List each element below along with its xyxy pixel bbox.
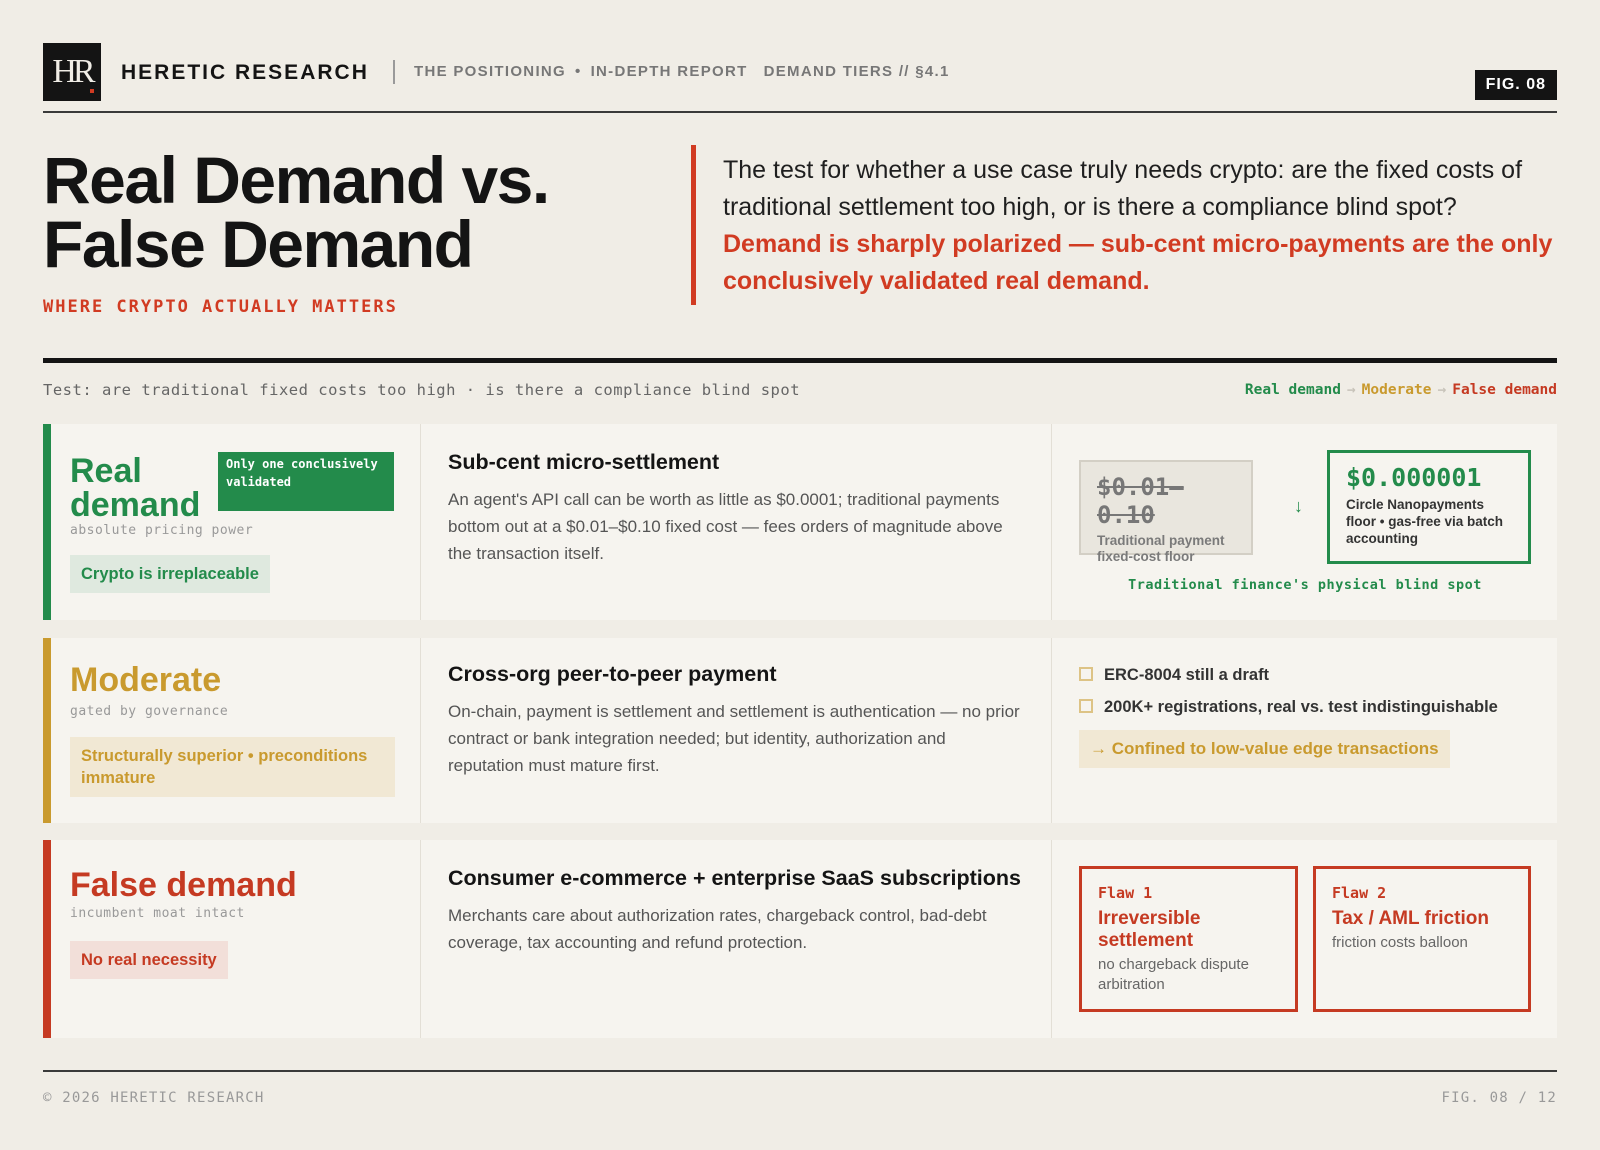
checkbox-icon xyxy=(1079,699,1093,713)
breadcrumb-tier: DEMAND TIERS // §4.1 xyxy=(763,63,950,80)
use-case-text: An agent's API call can be worth as litt… xyxy=(448,490,1003,563)
logo: HR xyxy=(43,43,101,101)
flaw-card-1: Flaw 1 Irreversible settlement no charge… xyxy=(1079,866,1298,1012)
flaw-number: Flaw 1 xyxy=(1098,884,1153,902)
quote-text: The test for whether a use case truly ne… xyxy=(723,156,1523,221)
footer-page: FIG. 08 / 12 xyxy=(1441,1090,1557,1106)
use-case-text: On-chain, payment is settlement and sett… xyxy=(448,702,1020,775)
tier-accent xyxy=(43,840,51,1038)
blindspot-caption: Traditional finance's physical blind spo… xyxy=(1128,577,1482,593)
flaw-description: friction costs balloon xyxy=(1332,934,1468,951)
old-price: $0.01–0.10 xyxy=(1097,473,1184,529)
footer-rule xyxy=(43,1070,1557,1072)
nanopayment-floor-card: $0.000001 Circle Nanopayments floor • ga… xyxy=(1327,450,1531,564)
legend-moderate: Moderate xyxy=(1361,382,1432,398)
tier-name: False demand xyxy=(70,866,297,904)
lead-quote: The test for whether a use case truly ne… xyxy=(723,152,1553,300)
breadcrumb: THE POSITIONING • IN-DEPTH REPORT DEMAND TI… xyxy=(414,63,950,80)
flaw-heading: Tax / AML friction xyxy=(1332,908,1489,929)
page-title: Real Demand vs. False Demand xyxy=(43,143,550,281)
footer-copyright: © 2026 HERETIC RESEARCH xyxy=(43,1090,265,1106)
legend-real: Real demand xyxy=(1244,382,1341,398)
tier-chip: Structurally superior • preconditions im… xyxy=(70,737,395,797)
checklist-item: 200K+ registrations, real vs. test indis… xyxy=(1079,698,1498,717)
new-price: $0.000001 xyxy=(1346,463,1482,492)
tier-legend: Real demand → Moderate → False demand xyxy=(1244,382,1557,398)
tier-row-real: Real demand Only one conclusively valida… xyxy=(43,424,1557,620)
breadcrumb-report: IN-DEPTH REPORT xyxy=(590,63,748,80)
tier-accent xyxy=(43,638,51,823)
down-arrow-icon: ↓ xyxy=(1294,496,1303,516)
use-case-text: Merchants care about authorization rates… xyxy=(448,906,987,952)
validated-badge: Only one conclusively validated xyxy=(218,452,394,511)
legend-false: False demand xyxy=(1452,382,1557,398)
flaw-description: no chargeback dispute arbitration xyxy=(1098,956,1249,993)
use-case-title: Consumer e-commerce + enterprise SaaS su… xyxy=(448,866,1021,890)
tier-subtitle: incumbent moat intact xyxy=(70,906,245,921)
section-rule xyxy=(43,358,1557,363)
page-header: HR HERETIC RESEARCH THE POSITIONING • IN-D… xyxy=(43,43,1557,113)
quote-emphasis: Demand is sharply polarized — sub-cent m… xyxy=(723,230,1553,295)
tier-chip: No real necessity xyxy=(70,941,228,979)
header-divider xyxy=(393,60,395,84)
page-subtitle: WHERE CRYPTO ACTUALLY MATTERS xyxy=(43,297,398,317)
breadcrumb-section: THE POSITIONING xyxy=(414,63,567,80)
checklist-item: ERC-8004 still a draft xyxy=(1079,666,1269,685)
quote-bar xyxy=(691,145,696,305)
figure-badge: FIG. 08 xyxy=(1474,70,1557,100)
old-price-label: Traditional payment fixed-cost floor xyxy=(1097,533,1225,564)
flaw-number: Flaw 2 xyxy=(1332,884,1387,902)
tier-subtitle: absolute pricing power xyxy=(70,523,254,538)
brand-name: HERETIC RESEARCH xyxy=(121,61,369,84)
tier-accent xyxy=(43,424,51,620)
tier-chip: Crypto is irreplaceable xyxy=(70,555,270,593)
flaw-card-2: Flaw 2 Tax / AML friction friction costs… xyxy=(1313,866,1531,1012)
use-case-title: Cross-org peer-to-peer payment xyxy=(448,662,777,686)
tier-row-moderate: Moderate gated by governance Structurall… xyxy=(43,638,1557,823)
tier-name: Real demand xyxy=(70,452,201,524)
traditional-floor-card: $0.01–0.10 Traditional payment fixed-cos… xyxy=(1079,460,1253,564)
use-case-title: Sub-cent micro-settlement xyxy=(448,450,720,474)
test-line: Test: are traditional fixed costs too hi… xyxy=(43,381,801,399)
flaw-heading: Irreversible settlement xyxy=(1098,908,1201,951)
tier-row-false: False demand incumbent moat intact No re… xyxy=(43,840,1557,1038)
confined-callout: → Confined to low-value edge transaction… xyxy=(1079,730,1450,768)
new-price-label: Circle Nanopayments floor • gas-free via… xyxy=(1346,497,1504,546)
checkbox-icon xyxy=(1079,667,1093,681)
tier-subtitle: gated by governance xyxy=(70,704,229,719)
tier-name: Moderate xyxy=(70,661,222,699)
